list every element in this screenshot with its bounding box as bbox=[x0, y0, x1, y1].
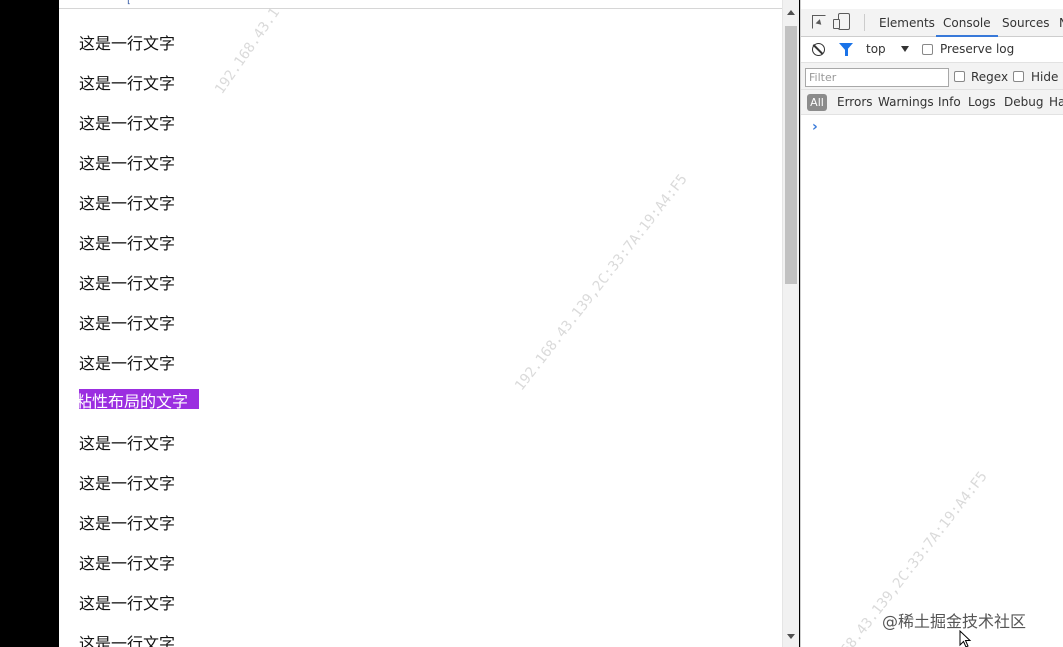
text-line: 这是一行文字 bbox=[79, 154, 176, 173]
brand-watermark: @稀土掘金技术社区 bbox=[882, 612, 1027, 631]
tab-sources[interactable]: Sources bbox=[1002, 9, 1049, 37]
text-line: 这是一行文字 bbox=[79, 474, 176, 493]
text-line: 这是一行文字 bbox=[79, 314, 176, 333]
console-prompt[interactable]: › bbox=[812, 119, 818, 135]
level-all[interactable]: All bbox=[807, 94, 827, 111]
text-line: 这是一行文字 bbox=[79, 594, 176, 613]
top-edge-fragment: [ bbox=[127, 0, 131, 6]
scroll-up-arrow-icon[interactable] bbox=[787, 10, 795, 15]
text-line: 这是一行文字 bbox=[79, 434, 176, 453]
text-line: 这是一行文字 bbox=[79, 234, 176, 253]
tab-separator bbox=[864, 14, 865, 31]
filter-icon[interactable] bbox=[839, 43, 853, 56]
regex-checkbox[interactable] bbox=[954, 71, 965, 82]
inspect-icon[interactable] bbox=[812, 15, 826, 29]
text-line: 这是一行文字 bbox=[79, 194, 176, 213]
regex-label: Regex bbox=[971, 70, 1009, 84]
device-toggle-icon[interactable] bbox=[833, 13, 850, 30]
devtools-tab-bar: Elements Console Sources N bbox=[801, 9, 1063, 37]
context-selector[interactable]: top bbox=[866, 42, 886, 56]
tab-console[interactable]: Console bbox=[936, 9, 998, 37]
level-logs[interactable]: Logs bbox=[968, 94, 996, 111]
console-filter-bar: Filter Regex Hide n bbox=[801, 63, 1063, 90]
text-line: 这是一行文字 bbox=[79, 34, 176, 53]
text-line: 这是一行文字 bbox=[79, 354, 176, 373]
left-black-strip bbox=[0, 0, 59, 647]
page-scrollbar[interactable] bbox=[782, 0, 799, 647]
tab-network-truncated[interactable]: N bbox=[1059, 9, 1063, 37]
text-line: 这是一行文字 bbox=[79, 114, 176, 133]
level-errors[interactable]: Errors bbox=[837, 94, 873, 111]
page-viewport: [ 这是一行文字 这是一行文字 这是一行文字 这是一行文字 这是一行文字 这是一… bbox=[59, 0, 782, 647]
text-line: 这是一行文字 bbox=[79, 554, 176, 573]
sticky-text-block: 粘性布局的文字 bbox=[79, 389, 199, 409]
level-handlers-truncated[interactable]: Ha bbox=[1049, 94, 1063, 111]
text-line: 这是一行文字 bbox=[79, 74, 176, 93]
text-line: 这是一行文字 bbox=[79, 514, 176, 533]
text-line: 这是一行文字 bbox=[79, 634, 176, 647]
level-warnings[interactable]: Warnings bbox=[878, 94, 934, 111]
dropdown-arrow-icon[interactable] bbox=[901, 46, 909, 52]
text-line: 这是一行文字 bbox=[79, 274, 176, 293]
hide-network-label: Hide n bbox=[1031, 70, 1063, 84]
devtools-panel: Elements Console Sources N top Preserve … bbox=[800, 0, 1063, 647]
scroll-thumb[interactable] bbox=[785, 26, 797, 284]
level-info[interactable]: Info bbox=[938, 94, 961, 111]
scroll-down-arrow-icon[interactable] bbox=[787, 634, 795, 639]
tab-elements[interactable]: Elements bbox=[879, 9, 935, 37]
log-level-bar: All Errors Warnings Info Logs Debug Ha bbox=[801, 90, 1063, 115]
preserve-log-label: Preserve log bbox=[940, 42, 1015, 56]
filter-input[interactable]: Filter bbox=[805, 68, 949, 87]
level-debug[interactable]: Debug bbox=[1004, 94, 1043, 111]
browser-top-edge: [ bbox=[59, 0, 782, 9]
console-toolbar: top Preserve log bbox=[801, 37, 1063, 63]
clear-console-icon[interactable] bbox=[812, 43, 825, 56]
hide-network-checkbox[interactable] bbox=[1013, 71, 1024, 82]
preserve-log-checkbox[interactable] bbox=[922, 44, 933, 55]
